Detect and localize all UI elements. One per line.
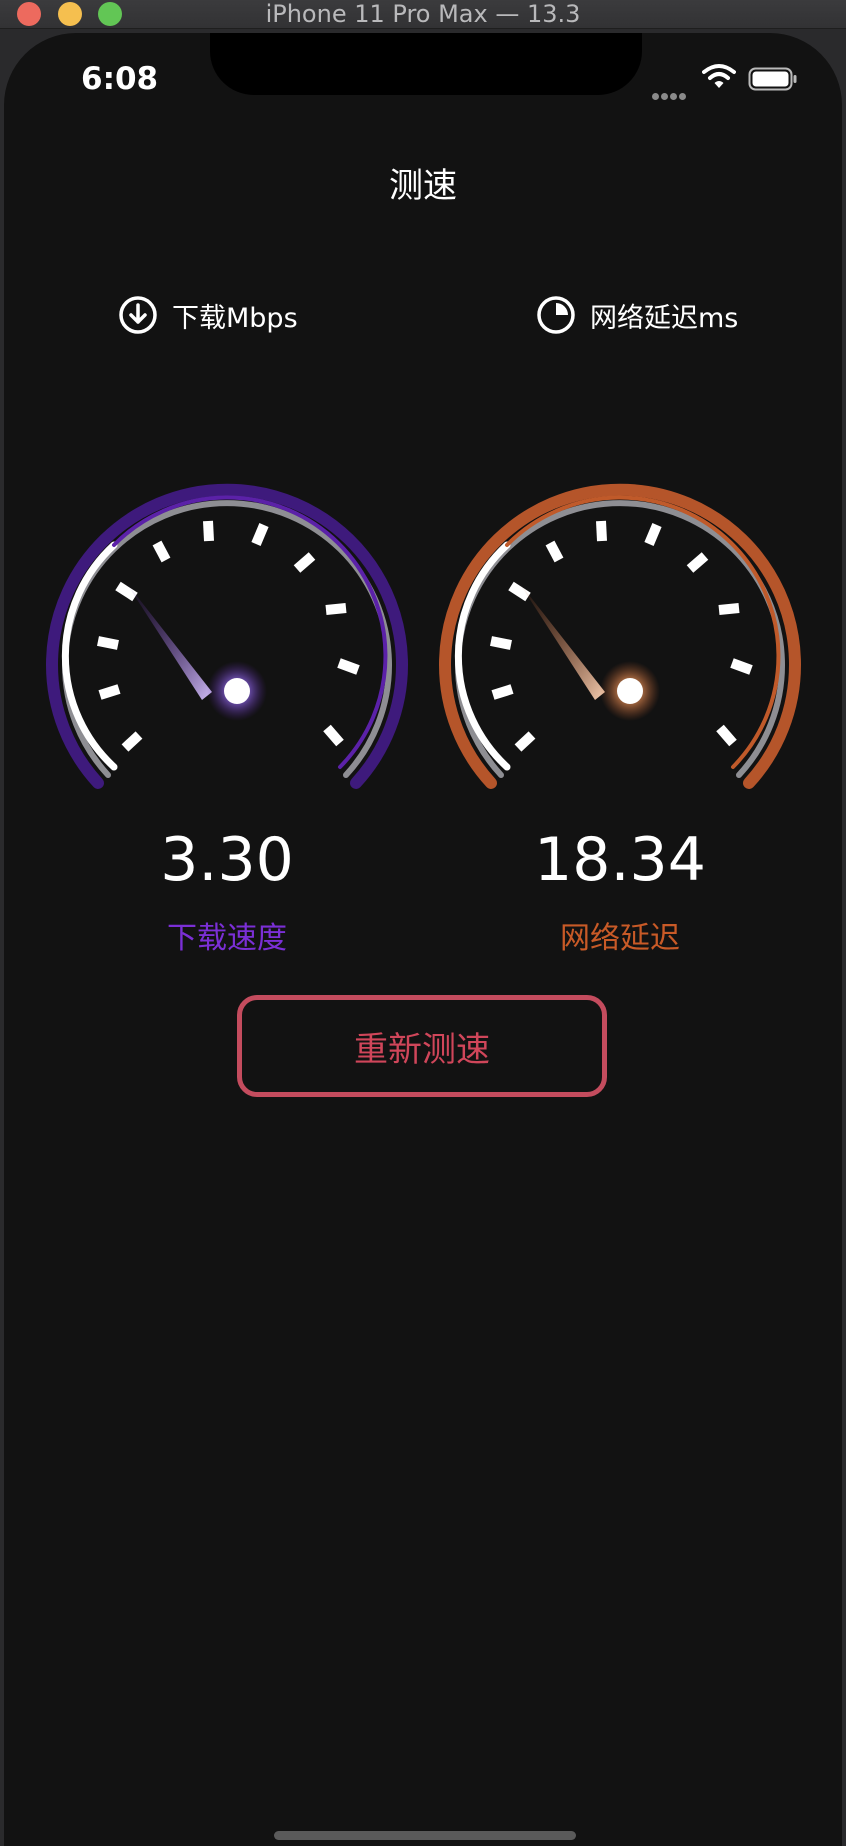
device-notch: [210, 33, 642, 95]
device-screen: 6:08 测速 下载Mbps 网络延迟ms 3.30 18.34 下载速度 网络…: [4, 33, 842, 1846]
signal-icon: [652, 85, 688, 104]
download-label: 下载速度: [167, 921, 287, 956]
latency-value: 18.34: [534, 825, 706, 895]
download-value: 3.30: [160, 825, 294, 895]
download-header-label: 下载Mbps: [172, 302, 298, 334]
window-title: iPhone 11 Pro Max — 13.3: [265, 0, 581, 28]
clock-icon: [537, 296, 575, 334]
home-indicator[interactable]: [274, 1831, 576, 1840]
latency-header-label: 网络延迟ms: [590, 302, 739, 334]
battery-icon: [748, 67, 797, 91]
latency-header: 网络延迟ms: [536, 295, 738, 335]
download-header: 下载Mbps: [118, 295, 298, 335]
retest-button[interactable]: 重新测速: [237, 995, 607, 1097]
status-time: 6:08: [81, 61, 159, 97]
latency-label: 网络延迟: [560, 921, 680, 956]
wifi-icon: [702, 64, 736, 88]
arrow-down-circle-icon: [119, 296, 157, 334]
page-title: 测速: [389, 166, 457, 206]
latency-gauge: [439, 483, 801, 789]
download-gauge: [46, 483, 408, 789]
simulator-titlebar: iPhone 11 Pro Max — 13.3: [0, 0, 846, 29]
